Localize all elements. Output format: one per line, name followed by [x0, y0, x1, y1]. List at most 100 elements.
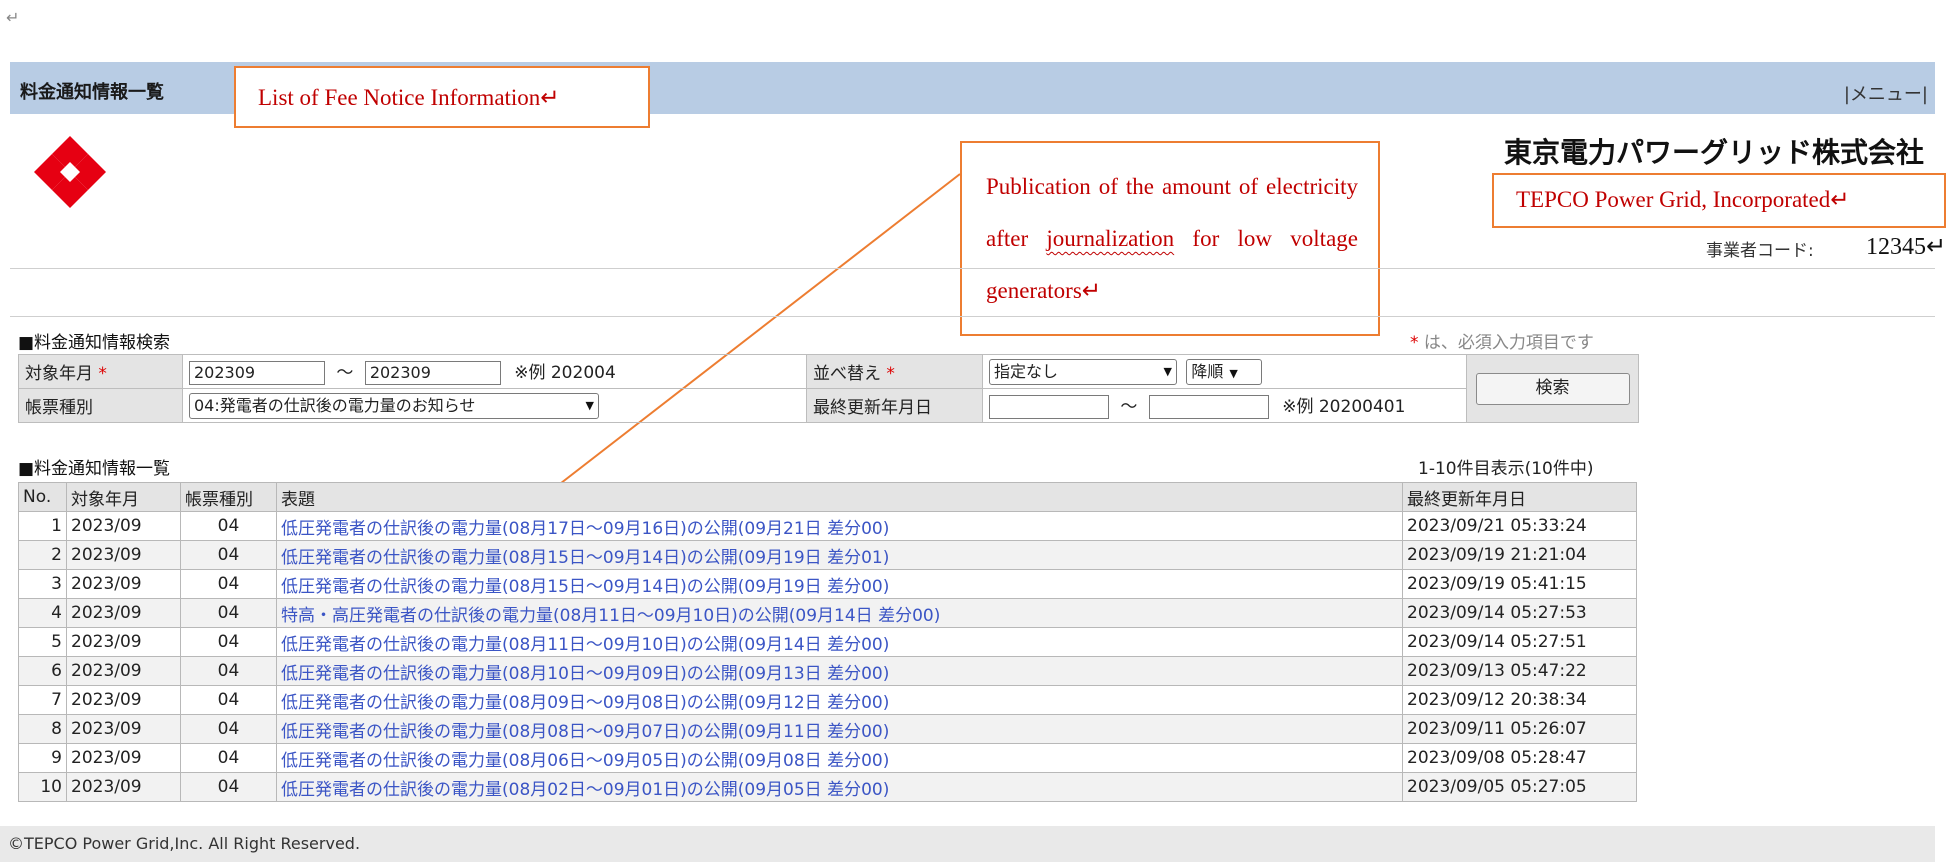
row-form-type: 04	[217, 690, 240, 710]
required-note-text: は、必須入力項目です	[1423, 333, 1594, 353]
row-last-updated: 2023/09/05 05:27:05	[1407, 777, 1587, 797]
form-type-select-value: 04:発電者の仕訳後の電力量のお知らせ	[194, 395, 476, 415]
row-form-type: 04	[217, 748, 240, 768]
row-target-month-cell: 2023/09	[66, 714, 181, 744]
copyright-text: ©TEPCO Power Grid,Inc. All Right Reserve…	[8, 834, 361, 853]
row-title-link[interactable]: 低圧発電者の仕訳後の電力量(08月17日～09月16日)の公開(09月21日 差…	[281, 519, 889, 539]
row-target-month: 2023/09	[71, 516, 142, 536]
row-title-link[interactable]: 低圧発電者の仕訳後の電力量(08月10日～09月09日)の公開(09月13日 差…	[281, 664, 889, 684]
row-no: 4	[51, 603, 62, 623]
row-no: 2	[51, 545, 62, 565]
row-title-link-cell: 特高・高圧発電者の仕訳後の電力量(08月11日～09月10日)の公開(09月14…	[276, 598, 1403, 628]
row-title-link-cell: 低圧発電者の仕訳後の電力量(08月17日～09月16日)の公開(09月21日 差…	[276, 511, 1403, 541]
row-last-updated-cell: 2023/09/14 05:27:53	[1402, 598, 1637, 628]
date-to-input[interactable]	[1148, 395, 1269, 419]
row-last-updated: 2023/09/11 05:26:07	[1407, 719, 1587, 739]
date-from-input[interactable]	[989, 395, 1109, 419]
row-last-updated: 2023/09/08 05:28:47	[1407, 748, 1587, 768]
row-title-link[interactable]: 低圧発電者の仕訳後の電力量(08月09日～09月08日)の公開(09月12日 差…	[281, 693, 889, 713]
row-title-link-cell: 低圧発電者の仕訳後の電力量(08月08日～09月07日)の公開(09月11日 差…	[276, 714, 1403, 744]
row-title-link[interactable]: 低圧発電者の仕訳後の電力量(08月15日～09月14日)の公開(09月19日 差…	[281, 577, 889, 597]
target-month-label-cell: 対象年月 *	[18, 354, 183, 389]
row-last-updated-cell: 2023/09/12 20:38:34	[1402, 685, 1637, 715]
table-body: 1 2023/09 04 低圧発電者の仕訳後の電力量(08月17日～09月16日)の公…	[18, 511, 1637, 802]
row-title-link-cell: 低圧発電者の仕訳後の電力量(08月15日～09月14日)の公開(09月19日 差…	[276, 540, 1403, 570]
column-header-last-updated: 最終更新年月日	[1402, 482, 1637, 512]
row-no-cell: 10	[18, 772, 67, 802]
row-no-cell: 8	[18, 714, 67, 744]
row-target-month-cell: 2023/09	[66, 511, 181, 541]
divider	[10, 316, 1935, 317]
row-title-link-cell: 低圧発電者の仕訳後の電力量(08月09日～09月08日)の公開(09月12日 差…	[276, 685, 1403, 715]
range-tilde: ～	[1120, 397, 1138, 417]
row-form-type-cell: 04	[180, 743, 277, 773]
last-updated-label-cell: 最終更新年月日	[806, 388, 983, 423]
row-last-updated: 2023/09/12 20:38:34	[1407, 690, 1587, 710]
row-last-updated-cell: 2023/09/14 05:27:51	[1402, 627, 1637, 657]
required-mark: *	[886, 364, 895, 384]
row-last-updated: 2023/09/19 05:41:15	[1407, 574, 1587, 594]
column-header-target-month: 対象年月	[66, 482, 181, 512]
required-mark: *	[98, 364, 107, 384]
row-no-cell: 9	[18, 743, 67, 773]
fee-notice-table: No. 対象年月 帳票種別 表題 最終更新年月日 1 2023/09 04 低圧発電者…	[18, 482, 1637, 802]
row-target-month-cell: 2023/09	[66, 656, 181, 686]
to-month-input[interactable]: 202309	[364, 361, 501, 385]
row-no-cell: 6	[18, 656, 67, 686]
row-form-type-cell: 04	[180, 569, 277, 599]
row-title-link[interactable]: 低圧発電者の仕訳後の電力量(08月08日～09月07日)の公開(09月11日 差…	[281, 722, 889, 742]
row-target-month: 2023/09	[71, 690, 142, 710]
row-title-link[interactable]: 特高・高圧発電者の仕訳後の電力量(08月11日～09月10日)の公開(09月14…	[281, 606, 940, 626]
row-form-type: 04	[217, 545, 240, 565]
row-title-link[interactable]: 低圧発電者の仕訳後の電力量(08月15日～09月14日)の公開(09月19日 差…	[281, 548, 889, 568]
required-mark: *	[1410, 333, 1419, 353]
row-title-link[interactable]: 低圧発電者の仕訳後の電力量(08月02日～09月01日)の公開(09月05日 差…	[281, 780, 889, 800]
row-last-updated-cell: 2023/09/08 05:28:47	[1402, 743, 1637, 773]
row-last-updated-cell: 2023/09/21 05:33:24	[1402, 511, 1637, 541]
table-row: 10 2023/09 04 低圧発電者の仕訳後の電力量(08月02日～09月01日)の…	[18, 772, 1637, 802]
table-row: 5 2023/09 04 低圧発電者の仕訳後の電力量(08月11日～09月10日)の公…	[18, 627, 1637, 657]
row-target-month-cell: 2023/09	[66, 540, 181, 570]
row-title-link-cell: 低圧発電者の仕訳後の電力量(08月10日～09月09日)の公開(09月13日 差…	[276, 656, 1403, 686]
column-header-form-type: 帳票種別	[180, 482, 277, 512]
table-row: 4 2023/09 04 特高・高圧発電者の仕訳後の電力量(08月11日～09月10日…	[18, 598, 1637, 628]
table-row: 1 2023/09 04 低圧発電者の仕訳後の電力量(08月17日～09月16日)の公…	[18, 511, 1637, 541]
row-form-type: 04	[217, 719, 240, 739]
form-type-cell: 04:発電者の仕訳後の電力量のお知らせ ▼	[182, 388, 807, 423]
row-target-month-cell: 2023/09	[66, 772, 181, 802]
row-target-month: 2023/09	[71, 748, 142, 768]
from-month-input[interactable]: 202309	[189, 361, 325, 385]
row-last-updated: 2023/09/14 05:27:53	[1407, 603, 1587, 623]
row-form-type-cell: 04	[180, 772, 277, 802]
row-no-cell: 1	[18, 511, 67, 541]
row-form-type: 04	[217, 574, 240, 594]
row-target-month: 2023/09	[71, 777, 142, 797]
table-row: 8 2023/09 04 低圧発電者の仕訳後の電力量(08月08日～09月07日)の公…	[18, 714, 1637, 744]
chevron-down-icon: ▼	[585, 398, 594, 412]
row-last-updated: 2023/09/14 05:27:51	[1407, 632, 1587, 652]
row-form-type: 04	[217, 603, 240, 623]
row-no: 9	[51, 748, 62, 768]
date-example: ※例 20200401	[1282, 397, 1406, 417]
sort-select[interactable]: 指定なし ▼	[989, 358, 1177, 385]
row-title-link[interactable]: 低圧発電者の仕訳後の電力量(08月11日～09月10日)の公開(09月14日 差…	[281, 635, 889, 655]
row-no-cell: 4	[18, 598, 67, 628]
row-last-updated: 2023/09/13 05:47:22	[1407, 661, 1587, 681]
row-no: 8	[51, 719, 62, 739]
row-form-type: 04	[217, 632, 240, 652]
row-no: 1	[51, 516, 62, 536]
table-row: 2 2023/09 04 低圧発電者の仕訳後の電力量(08月15日～09月14日)の公…	[18, 540, 1637, 570]
search-button[interactable]: 検索	[1475, 372, 1630, 405]
table-header-row: No. 対象年月 帳票種別 表題 最終更新年月日	[18, 482, 1637, 512]
row-target-month: 2023/09	[71, 603, 142, 623]
row-form-type-cell: 04	[180, 714, 277, 744]
row-no: 5	[51, 632, 62, 652]
row-title-link[interactable]: 低圧発電者の仕訳後の電力量(08月06日～09月05日)の公開(09月08日 差…	[281, 751, 889, 771]
row-form-type: 04	[217, 777, 240, 797]
row-target-month-cell: 2023/09	[66, 569, 181, 599]
form-type-select[interactable]: 04:発電者の仕訳後の電力量のお知らせ ▼	[189, 392, 599, 419]
row-title-link-cell: 低圧発電者の仕訳後の電力量(08月02日～09月01日)の公開(09月05日 差…	[276, 772, 1403, 802]
order-select[interactable]: 降順 ▼	[1186, 358, 1263, 385]
row-form-type: 04	[217, 516, 240, 536]
divider	[10, 268, 1935, 269]
